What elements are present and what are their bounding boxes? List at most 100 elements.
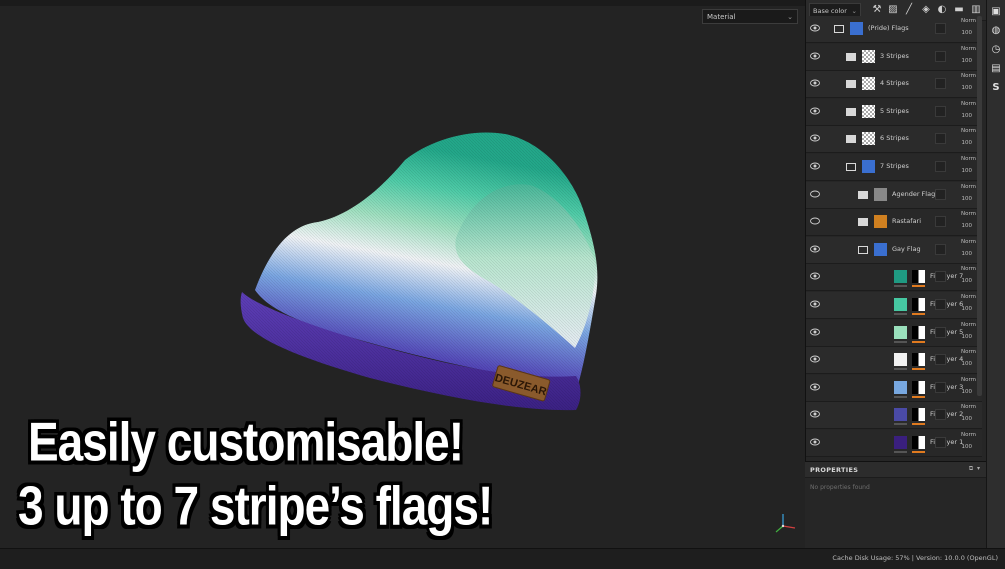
layer-selector-box[interactable]: [935, 216, 946, 228]
layer-row[interactable]: Agender Flag Norm 100: [806, 181, 982, 209]
eye-icon[interactable]: [810, 106, 820, 116]
opacity-value[interactable]: 100: [962, 361, 973, 367]
blend-mode-dropdown[interactable]: Norm: [961, 156, 976, 162]
layer-mask-thumbnail[interactable]: [912, 353, 925, 367]
layer-row[interactable]: Fill layer 4 Norm 100: [806, 347, 982, 375]
panel-options-icon[interactable]: ⧉ ▾: [969, 465, 980, 473]
opacity-value[interactable]: 100: [962, 389, 973, 395]
blend-mode-dropdown[interactable]: Norm: [961, 46, 976, 52]
eye-icon[interactable]: [810, 327, 820, 337]
opacity-value[interactable]: 100: [962, 278, 973, 284]
layer-selector-box[interactable]: [935, 381, 946, 393]
opacity-value[interactable]: 100: [962, 58, 973, 64]
layer-row[interactable]: 3 Stripes Norm 100: [806, 43, 982, 71]
folder-open-icon[interactable]: [846, 163, 856, 171]
opacity-value[interactable]: 100: [962, 140, 973, 146]
opacity-value[interactable]: 100: [962, 334, 973, 340]
eye-icon[interactable]: [810, 244, 820, 254]
material-dropdown[interactable]: Material ⌄: [702, 9, 798, 24]
eye-hidden-icon[interactable]: [810, 216, 820, 226]
layer-selector-box[interactable]: [935, 50, 946, 62]
opacity-value[interactable]: 100: [962, 251, 973, 257]
opacity-value[interactable]: 100: [962, 196, 973, 202]
effects-icon[interactable]: ◐: [935, 3, 949, 17]
trash-icon[interactable]: ▥: [969, 3, 983, 17]
layer-selector-box[interactable]: [935, 23, 946, 34]
3d-viewport[interactable]: DEUZEAR Material ⌄ Easily customisable! …: [0, 0, 805, 548]
blend-mode-dropdown[interactable]: Norm: [961, 101, 976, 107]
layer-selector-box[interactable]: [935, 243, 946, 255]
layer-mask-thumbnail[interactable]: [912, 436, 925, 449]
blend-mode-dropdown[interactable]: Norm: [961, 266, 976, 272]
eye-icon[interactable]: [810, 51, 820, 61]
opacity-value[interactable]: 100: [962, 85, 973, 91]
blend-mode-dropdown[interactable]: Norm: [961, 432, 976, 438]
layer-row[interactable]: Fill layer 7 Norm 100: [806, 264, 982, 292]
folder-icon[interactable]: [858, 218, 868, 227]
layer-mask-thumbnail[interactable]: [912, 270, 925, 284]
folder-icon[interactable]: [858, 190, 868, 199]
layers-scrollbar[interactable]: [977, 16, 982, 396]
eye-icon[interactable]: [810, 382, 820, 392]
layer-selector-box[interactable]: [935, 299, 946, 310]
layer-selector-box[interactable]: [935, 161, 946, 172]
folder-open-icon[interactable]: [834, 25, 844, 33]
blend-mode-dropdown[interactable]: Norm: [961, 377, 976, 383]
eye-icon[interactable]: [810, 271, 820, 281]
blend-mode-dropdown[interactable]: Norm: [961, 322, 976, 328]
log-icon[interactable]: ▤: [990, 63, 1002, 75]
layer-mask-thumbnail[interactable]: [912, 408, 925, 422]
history-icon[interactable]: ◷: [990, 44, 1002, 56]
layer-mask-thumbnail[interactable]: [912, 325, 925, 339]
eye-icon[interactable]: [810, 437, 820, 447]
blend-mode-dropdown[interactable]: Norm: [961, 404, 976, 410]
layer-selector-box[interactable]: [935, 133, 946, 145]
blend-mode-dropdown[interactable]: Norm: [961, 294, 976, 300]
brush-icon[interactable]: ╱: [902, 3, 916, 17]
layer-selector-box[interactable]: [935, 188, 946, 200]
blend-mode-dropdown[interactable]: Norm: [961, 18, 976, 24]
blend-mode-dropdown[interactable]: Norm: [961, 239, 976, 245]
layer-selector-box[interactable]: [935, 105, 946, 117]
folder-open-icon[interactable]: [858, 245, 868, 254]
opacity-value[interactable]: 100: [962, 30, 973, 36]
eye-icon[interactable]: [810, 354, 820, 364]
layer-mask-thumbnail[interactable]: [912, 380, 925, 394]
layer-row[interactable]: Fill layer 6 Norm 100: [806, 292, 982, 319]
layer-mask-thumbnail[interactable]: [912, 298, 925, 311]
eye-icon[interactable]: [810, 161, 820, 171]
layer-row[interactable]: 5 Stripes Norm 100: [806, 98, 982, 126]
eye-icon[interactable]: [810, 133, 820, 143]
eye-icon[interactable]: [810, 299, 820, 309]
globe-icon[interactable]: ◍: [990, 25, 1002, 37]
blend-mode-dropdown[interactable]: Norm: [961, 184, 976, 190]
layer-row[interactable]: 7 Stripes Norm 100: [806, 154, 982, 181]
eye-icon[interactable]: [810, 23, 820, 33]
opacity-value[interactable]: 100: [962, 113, 973, 119]
blend-mode-dropdown[interactable]: Norm: [961, 349, 976, 355]
camera-icon[interactable]: ▣: [990, 6, 1002, 18]
layer-row[interactable]: Fill layer 1 Norm 100: [806, 430, 982, 457]
eye-icon[interactable]: [810, 409, 820, 419]
folder-icon[interactable]: ▬: [952, 3, 966, 17]
layer-selector-box[interactable]: [935, 409, 946, 421]
folder-icon[interactable]: [846, 135, 856, 144]
blend-mode-dropdown[interactable]: Norm: [961, 211, 976, 217]
opacity-value[interactable]: 100: [962, 306, 973, 312]
paint-layer-icon[interactable]: ⚒: [870, 3, 884, 17]
layer-row[interactable]: Gay Flag Norm 100: [806, 236, 982, 264]
folder-icon[interactable]: [846, 52, 856, 61]
blend-mode-dropdown[interactable]: Norm: [961, 128, 976, 134]
opacity-value[interactable]: 100: [962, 416, 973, 422]
fill-bucket-icon[interactable]: ◈: [919, 3, 933, 17]
layer-selector-box[interactable]: [935, 78, 946, 90]
opacity-value[interactable]: 100: [962, 444, 973, 450]
opacity-value[interactable]: 100: [962, 223, 973, 229]
layer-row[interactable]: 6 Stripes Norm 100: [806, 126, 982, 154]
layer-row[interactable]: Fill layer 3 Norm 100: [806, 374, 982, 402]
opacity-value[interactable]: 100: [962, 168, 973, 174]
folder-icon[interactable]: [846, 80, 856, 89]
fill-layer-icon[interactable]: ▨: [886, 3, 900, 17]
eye-hidden-icon[interactable]: [810, 189, 820, 199]
layer-row[interactable]: Fill layer 2 Norm 100: [806, 402, 982, 430]
